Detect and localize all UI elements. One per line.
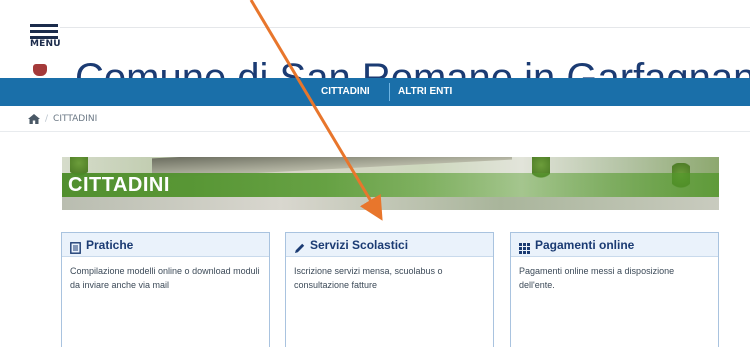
breadcrumb-current: CITTADINI (53, 114, 98, 124)
card-title[interactable]: Servizi Scolastici (310, 238, 408, 252)
card-description: Compilazione modelli online o download m… (70, 266, 260, 290)
card-description: Pagamenti online messi a disposizione de… (519, 266, 675, 290)
hamburger-icon (30, 24, 60, 39)
card-header: Pratiche (62, 233, 269, 257)
site-header: MENU Comune di San Romano in Garfagnana (0, 0, 750, 98)
municipality-crest-icon (33, 64, 47, 76)
section-banner: CITTADINI (62, 157, 719, 210)
card-header: Pagamenti online (511, 233, 718, 257)
menu-button[interactable]: MENU (30, 24, 61, 54)
breadcrumb: / CITTADINI (28, 109, 97, 129)
banner-ground (62, 197, 719, 210)
breadcrumb-separator: / (45, 114, 49, 124)
home-icon[interactable] (28, 114, 40, 124)
nav-divider (389, 83, 390, 101)
grid-icon (519, 239, 530, 254)
menu-label: MENU (30, 39, 61, 49)
pencil-icon (294, 239, 305, 253)
card-title[interactable]: Pagamenti online (535, 238, 634, 252)
nav-item-cittadini[interactable]: CITTADINI (321, 78, 370, 106)
document-icon (70, 239, 81, 254)
main-nav: CITTADINI ALTRI ENTI (0, 78, 750, 106)
page-root: { "header": { "menu_label": "MENU", "sit… (0, 0, 750, 347)
card-description: Iscrizione servizi mensa, scuolabus o co… (294, 266, 443, 290)
card-servizi-scolastici[interactable]: Servizi Scolastici Iscrizione servizi me… (285, 232, 494, 347)
banner-title: CITTADINI (68, 174, 170, 196)
breadcrumb-divider (0, 131, 750, 132)
card-pratiche[interactable]: Pratiche Compilazione modelli online o d… (61, 232, 270, 347)
nav-item-altri-enti[interactable]: ALTRI ENTI (398, 78, 452, 106)
card-title[interactable]: Pratiche (86, 238, 133, 252)
card-header: Servizi Scolastici (286, 233, 493, 257)
card-pagamenti-online[interactable]: Pagamenti online Pagamenti online messi … (510, 232, 719, 347)
header-divider (60, 27, 750, 28)
